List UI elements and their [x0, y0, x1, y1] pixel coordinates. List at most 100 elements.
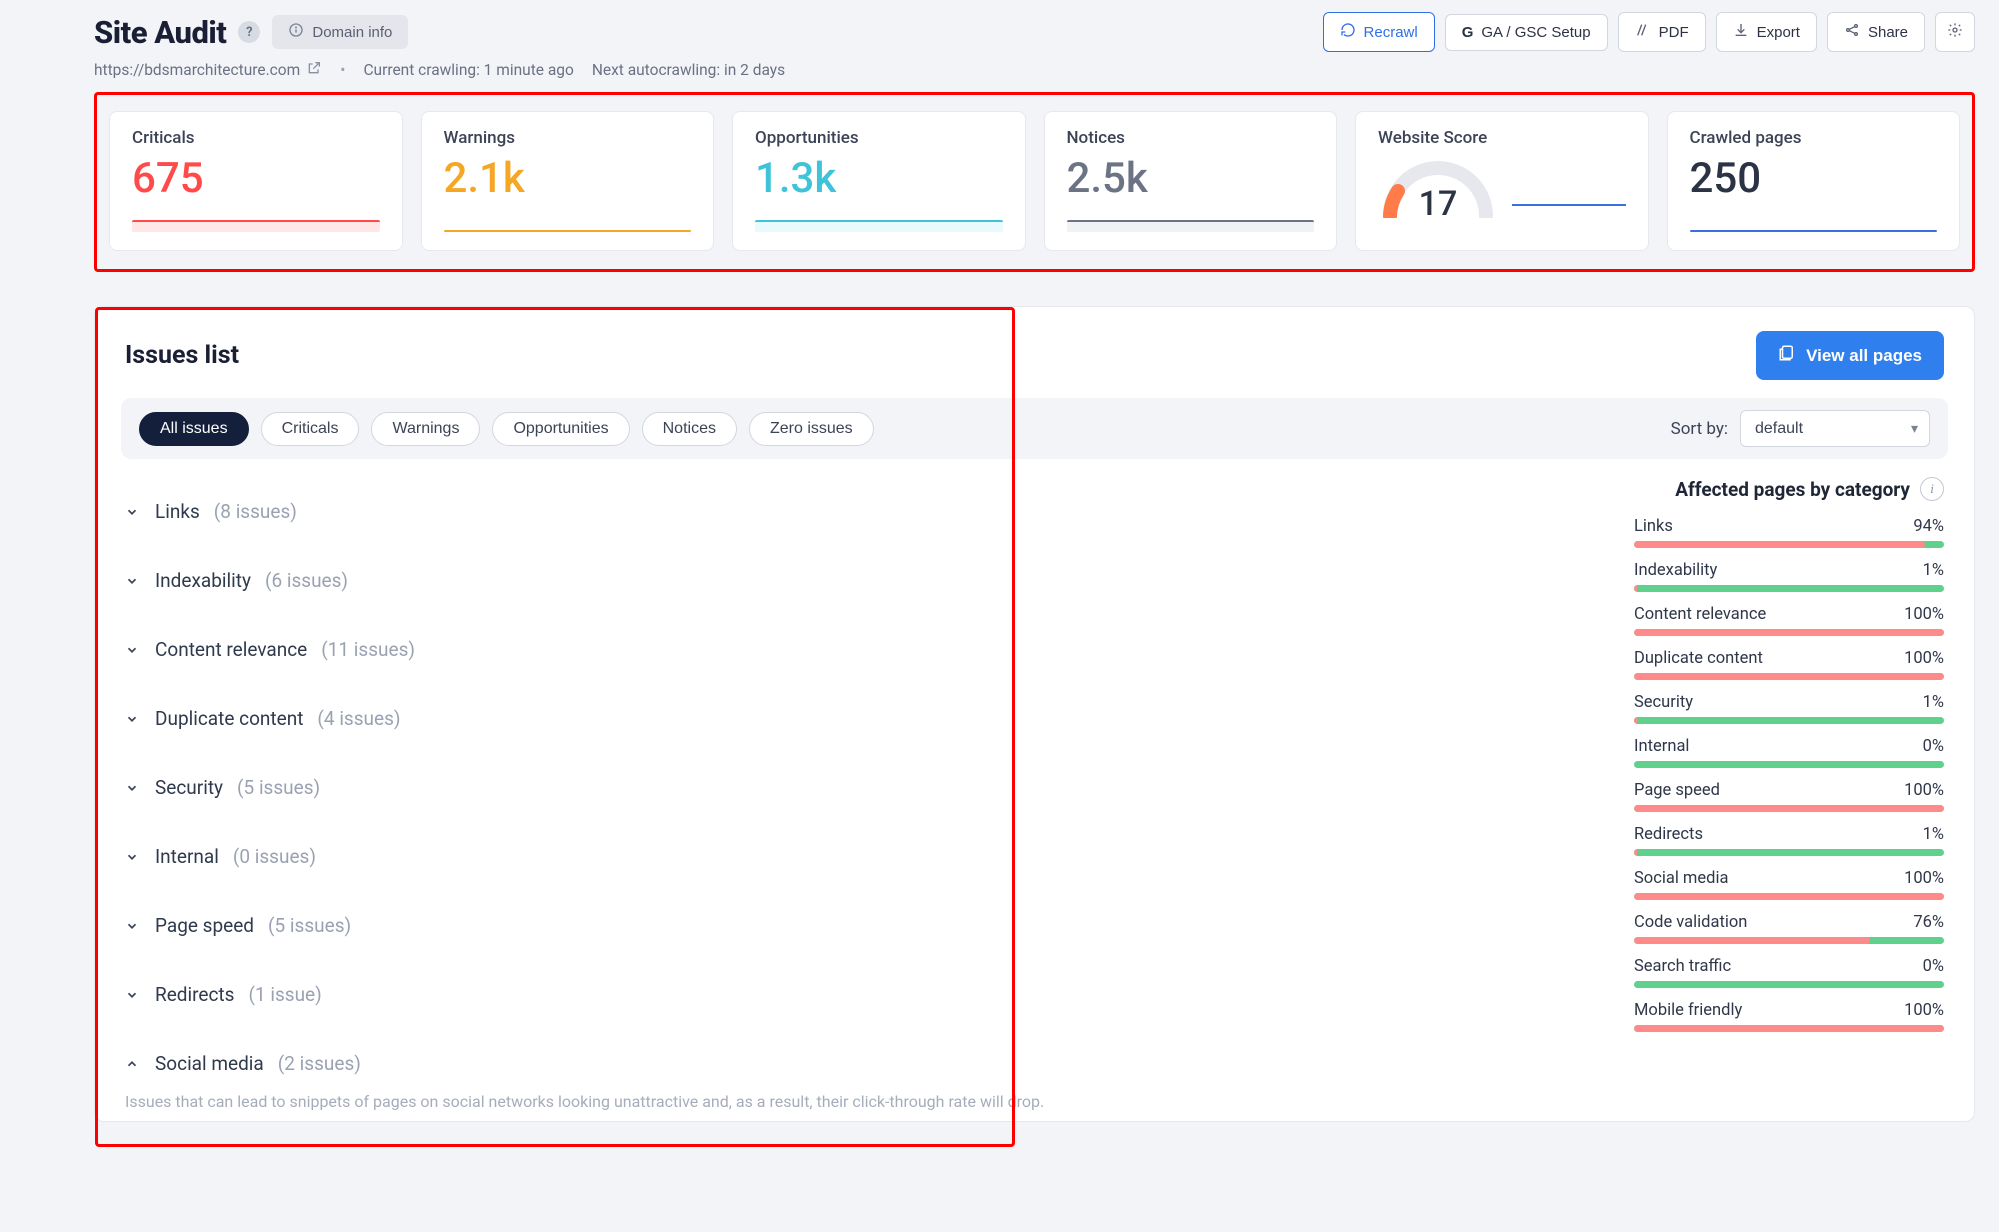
issue-row[interactable]: Social media (2 issues) [125, 1029, 1594, 1098]
issue-name: Internal [155, 845, 219, 868]
affected-pct: 100% [1904, 869, 1944, 888]
filter-zero-issues[interactable]: Zero issues [749, 412, 874, 446]
affected-pct: 100% [1904, 649, 1944, 668]
stats-row: Criticals 675 Warnings 2.1k Opportunitie… [94, 92, 1975, 272]
refresh-icon [1340, 22, 1356, 42]
affected-name: Redirects [1634, 825, 1703, 844]
filter-notices[interactable]: Notices [642, 412, 737, 446]
subheader: https://bdsmarchitecture.com • Current c… [94, 60, 1975, 80]
issue-count: (5 issues) [237, 776, 320, 799]
chevron-down-icon [125, 505, 141, 519]
filter-bar: All issues Criticals Warnings Opportunit… [121, 398, 1948, 459]
domain-info-label: Domain info [312, 24, 392, 41]
stat-value: 2.1k [444, 158, 692, 200]
issue-row[interactable]: Links (8 issues) [125, 477, 1594, 546]
external-link-icon [306, 60, 322, 80]
affected-row[interactable]: Indexability1% [1634, 561, 1944, 592]
affected-bar [1634, 849, 1944, 856]
affected-row[interactable]: Redirects1% [1634, 825, 1944, 856]
sparkline [755, 220, 1003, 232]
pdf-button[interactable]: PDF [1618, 12, 1706, 52]
view-all-pages-button[interactable]: View all pages [1756, 331, 1944, 380]
sparkline [1690, 230, 1938, 232]
issue-row[interactable]: Security (5 issues) [125, 753, 1594, 822]
sort-select[interactable]: default [1740, 410, 1930, 447]
filter-warnings[interactable]: Warnings [371, 412, 480, 446]
filter-all-issues[interactable]: All issues [139, 412, 249, 446]
chevron-down-icon [125, 712, 141, 726]
affected-bar [1634, 805, 1944, 812]
stat-card-opportunities[interactable]: Opportunities 1.3k [732, 111, 1026, 251]
issue-row[interactable]: Indexability (6 issues) [125, 546, 1594, 615]
chevron-down-icon [125, 574, 141, 588]
affected-row[interactable]: Duplicate content100% [1634, 649, 1944, 680]
affected-bar [1634, 981, 1944, 988]
settings-button[interactable] [1935, 12, 1975, 52]
page-title: Site Audit [94, 14, 226, 51]
filter-opportunities[interactable]: Opportunities [492, 412, 629, 446]
affected-row[interactable]: Content relevance100% [1634, 605, 1944, 636]
stat-card-crawled-pages[interactable]: Crawled pages 250 [1667, 111, 1961, 251]
gear-icon [1947, 22, 1963, 42]
next-crawl-text: Next autocrawling: in 2 days [592, 61, 785, 79]
share-button[interactable]: Share [1827, 12, 1925, 52]
chevron-down-icon [125, 643, 141, 657]
issue-row[interactable]: Content relevance (11 issues) [125, 615, 1594, 684]
info-icon[interactable]: i [1920, 477, 1944, 501]
sparkline [1512, 204, 1626, 206]
affected-pct: 100% [1904, 781, 1944, 800]
issue-name: Duplicate content [155, 707, 303, 730]
sparkline [1067, 220, 1315, 232]
affected-row[interactable]: Internal0% [1634, 737, 1944, 768]
issue-name: Social media [155, 1052, 264, 1075]
affected-name: Code validation [1634, 913, 1747, 932]
stat-value: 1.3k [755, 158, 1003, 200]
view-all-label: View all pages [1806, 346, 1922, 366]
affected-pct: 1% [1923, 693, 1944, 712]
affected-panel: Affected pages by category i Links94%Ind… [1634, 477, 1944, 1098]
export-button[interactable]: Export [1716, 12, 1817, 52]
issue-name: Indexability [155, 569, 251, 592]
affected-name: Search traffic [1634, 957, 1731, 976]
help-icon[interactable]: ? [238, 21, 260, 43]
affected-pct: 1% [1923, 561, 1944, 580]
issue-count: (11 issues) [321, 638, 415, 661]
affected-name: Content relevance [1634, 605, 1766, 624]
affected-row[interactable]: Mobile friendly 100% [1634, 1001, 1944, 1032]
affected-row[interactable]: Social media100% [1634, 869, 1944, 900]
issue-count: (2 issues) [278, 1052, 361, 1075]
stat-card-website-score[interactable]: Website Score 17 [1355, 111, 1649, 251]
affected-name: Mobile friendly [1634, 1001, 1742, 1020]
affected-row[interactable]: Search traffic0% [1634, 957, 1944, 988]
affected-pct: 76% [1913, 913, 1944, 932]
recrawl-button[interactable]: Recrawl [1323, 12, 1435, 52]
pdf-icon [1635, 22, 1651, 42]
issue-row[interactable]: Page speed (5 issues) [125, 891, 1594, 960]
stat-card-notices[interactable]: Notices 2.5k [1044, 111, 1338, 251]
stat-card-criticals[interactable]: Criticals 675 [109, 111, 403, 251]
filter-criticals[interactable]: Criticals [261, 412, 360, 446]
sort-label: Sort by: [1671, 419, 1728, 439]
affected-pct: 100% [1904, 1001, 1944, 1020]
affected-bar [1634, 937, 1944, 944]
affected-row[interactable]: Security1% [1634, 693, 1944, 724]
pdf-label: PDF [1659, 24, 1689, 41]
affected-name: Page speed [1634, 781, 1720, 800]
download-icon [1733, 22, 1749, 42]
affected-row[interactable]: Links94% [1634, 517, 1944, 548]
issue-name: Security [155, 776, 223, 799]
issue-count: (4 issues) [317, 707, 400, 730]
stat-card-warnings[interactable]: Warnings 2.1k [421, 111, 715, 251]
issue-row[interactable]: Duplicate content (4 issues) [125, 684, 1594, 753]
stat-value: 2.5k [1067, 158, 1315, 200]
affected-row[interactable]: Code validation 76% [1634, 913, 1944, 944]
sparkline [444, 230, 692, 232]
site-url-link[interactable]: https://bdsmarchitecture.com [94, 60, 322, 80]
issue-row[interactable]: Redirects (1 issue) [125, 960, 1594, 1029]
domain-info-button[interactable]: Domain info [272, 15, 408, 49]
affected-bar [1634, 761, 1944, 768]
affected-bar [1634, 629, 1944, 636]
ga-gsc-setup-button[interactable]: G GA / GSC Setup [1445, 14, 1608, 51]
affected-row[interactable]: Page speed 100% [1634, 781, 1944, 812]
issue-row[interactable]: Internal (0 issues) [125, 822, 1594, 891]
